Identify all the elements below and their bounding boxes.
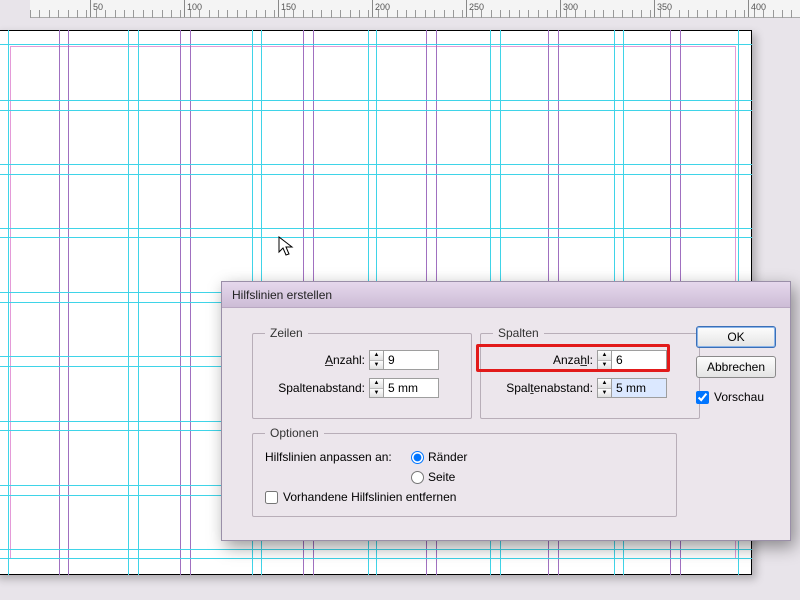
- ok-button[interactable]: OK: [696, 326, 776, 348]
- fit-margins-label: Ränder: [428, 450, 467, 464]
- preview-label: Vorschau: [714, 390, 764, 404]
- rows-gutter-spinner[interactable]: ▲▼: [369, 378, 439, 398]
- rows-group: Zeilen Anzahl: ▲▼ Spaltenabstand: ▲▼: [252, 326, 472, 419]
- annotation-highlight: [476, 344, 670, 372]
- columns-gutter-label: Spaltenabstand:: [493, 381, 593, 395]
- spin-down-icon[interactable]: ▼: [598, 389, 611, 398]
- horizontal-ruler: [30, 0, 800, 18]
- spin-down-icon[interactable]: ▼: [370, 389, 383, 398]
- spin-down-icon[interactable]: ▼: [370, 361, 383, 370]
- rows-gutter-input[interactable]: [383, 378, 439, 398]
- rows-count-label: Anzahl:: [265, 353, 365, 367]
- canvas-area[interactable]: Hilfslinien erstellen Zeilen Anzahl: ▲▼ …: [0, 0, 800, 600]
- columns-group: Spalten Anzahl: ▲▼ Spaltenabstand: ▲▼: [480, 326, 700, 419]
- rows-gutter-label: Spaltenabstand:: [265, 381, 365, 395]
- columns-gutter-spinner[interactable]: ▲▼: [597, 378, 667, 398]
- options-group: Optionen Hilfslinien anpassen an: Ränder…: [252, 426, 677, 517]
- dialog-title[interactable]: Hilfslinien erstellen: [222, 282, 790, 308]
- spin-up-icon[interactable]: ▲: [598, 379, 611, 389]
- columns-legend: Spalten: [493, 326, 544, 340]
- rows-count-input[interactable]: [383, 350, 439, 370]
- remove-existing-checkbox[interactable]: [265, 491, 278, 504]
- rows-legend: Zeilen: [265, 326, 308, 340]
- columns-gutter-input[interactable]: [611, 378, 667, 398]
- fit-margins-radio[interactable]: [411, 451, 424, 464]
- spin-up-icon[interactable]: ▲: [370, 379, 383, 389]
- rows-count-spinner[interactable]: ▲▼: [369, 350, 439, 370]
- create-guides-dialog: Hilfslinien erstellen Zeilen Anzahl: ▲▼ …: [221, 281, 791, 541]
- fit-page-radio[interactable]: [411, 471, 424, 484]
- fit-page-label: Seite: [428, 470, 455, 484]
- remove-existing-label: Vorhandene Hilfslinien entfernen: [283, 490, 456, 504]
- options-legend: Optionen: [265, 426, 324, 440]
- spin-up-icon[interactable]: ▲: [370, 351, 383, 361]
- preview-checkbox[interactable]: [696, 391, 709, 404]
- cancel-button[interactable]: Abbrechen: [696, 356, 776, 378]
- fit-guides-label: Hilfslinien anpassen an:: [265, 450, 403, 464]
